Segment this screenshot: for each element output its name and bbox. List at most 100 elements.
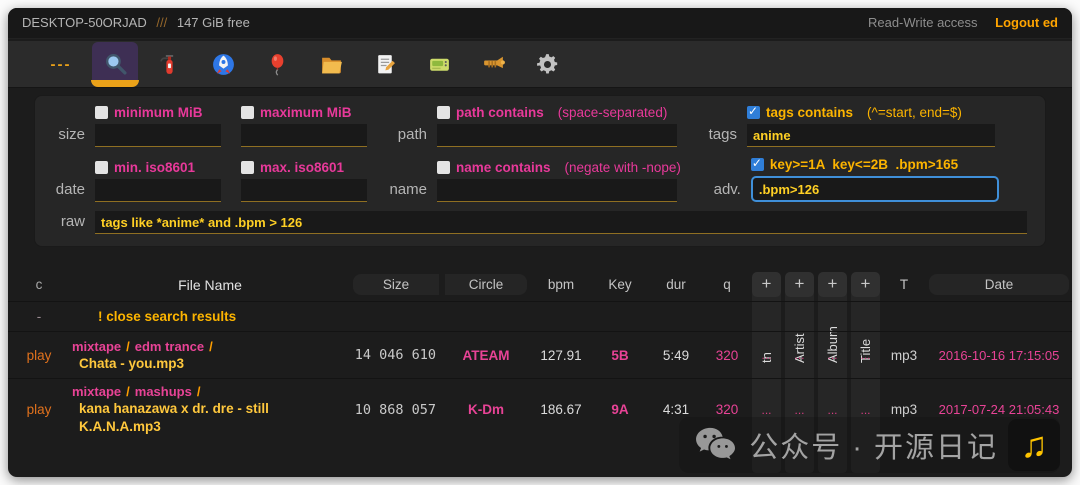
size-max-input[interactable] bbox=[241, 124, 367, 147]
adv-checkbox[interactable]: key>=1A key<=2B .bpm>165 bbox=[751, 156, 999, 173]
size-min-checkbox[interactable]: minimum MiB bbox=[95, 104, 221, 121]
tab-mkdir[interactable] bbox=[308, 45, 354, 83]
size-cell: 10 868 057 bbox=[350, 379, 442, 441]
tab-player[interactable] bbox=[470, 45, 516, 83]
col-header-size[interactable]: Size bbox=[350, 268, 442, 302]
tab-settings[interactable] bbox=[524, 45, 570, 83]
tab-message[interactable] bbox=[416, 45, 462, 83]
col-header-add-tn[interactable]: + bbox=[750, 268, 783, 302]
tags-contains-checkbox[interactable]: tags contains (^=start, end=$) bbox=[747, 104, 995, 121]
folder-icon bbox=[319, 52, 344, 77]
close-search-results-link[interactable]: ! close search results bbox=[70, 302, 1072, 332]
tn-cell: ... bbox=[750, 332, 783, 379]
pager-icon bbox=[427, 52, 452, 77]
size-max-checkbox[interactable]: maximum MiB bbox=[241, 104, 367, 121]
col-header-bpm[interactable]: bpm bbox=[530, 268, 592, 302]
close-results-row: - ! close search results bbox=[8, 302, 1072, 332]
col-header-filename[interactable]: File Name bbox=[70, 268, 350, 302]
toolbar: --- bbox=[8, 41, 1072, 88]
magnifier-icon bbox=[103, 51, 128, 76]
bpm-cell: 127.91 bbox=[530, 332, 592, 379]
tab-uploader[interactable] bbox=[254, 45, 300, 83]
checkbox-icon bbox=[95, 161, 108, 174]
checkbox-icon bbox=[437, 161, 450, 174]
checkbox-checked-icon bbox=[747, 106, 760, 119]
plus-icon: + bbox=[752, 272, 781, 297]
tags-input[interactable] bbox=[747, 124, 995, 147]
file-link[interactable]: Chata - you.mp3 bbox=[72, 355, 348, 373]
path-contains-checkbox[interactable]: path contains (space-separated) bbox=[437, 104, 677, 121]
filename-cell: mixtape/mashups/ kana hanazawa x dr. dre… bbox=[70, 379, 350, 441]
bpm-cell: 186.67 bbox=[530, 379, 592, 441]
gear-icon bbox=[535, 52, 560, 77]
top-bar: DESKTOP-50ORJAD /// 147 GiB free Read-Wr… bbox=[8, 8, 1072, 39]
checkbox-checked-icon bbox=[751, 158, 764, 171]
key-cell: 9A bbox=[592, 379, 648, 441]
col-header-type[interactable]: T bbox=[882, 268, 926, 302]
adv-input[interactable] bbox=[751, 176, 999, 202]
music-note-icon: ♫ bbox=[1021, 427, 1048, 463]
path-field-label: path bbox=[381, 126, 427, 147]
path-input[interactable] bbox=[437, 124, 677, 147]
wechat-icon bbox=[693, 426, 739, 464]
tab-minimize[interactable]: --- bbox=[38, 45, 84, 83]
date-max-checkbox[interactable]: max. iso8601 bbox=[241, 159, 367, 176]
date-min-checkbox[interactable]: min. iso8601 bbox=[95, 159, 221, 176]
date-cell: 2016-10-16 17:15:05 bbox=[926, 332, 1072, 379]
app-window: DESKTOP-50ORJAD /// 147 GiB free Read-Wr… bbox=[8, 8, 1072, 477]
path-segment-link[interactable]: mashups bbox=[135, 384, 192, 399]
date-max-input[interactable] bbox=[241, 179, 367, 202]
dur-cell: 5:49 bbox=[648, 332, 704, 379]
play-link[interactable]: play bbox=[8, 332, 70, 379]
date-min-input[interactable] bbox=[95, 179, 221, 202]
path-slash: / bbox=[126, 339, 130, 354]
q-cell: 320 bbox=[704, 332, 750, 379]
name-input[interactable] bbox=[437, 179, 677, 202]
play-link[interactable]: play bbox=[8, 379, 70, 441]
file-link[interactable]: kana hanazawa x dr. dre - still K.A.N.A.… bbox=[72, 400, 348, 436]
search-results: c File Name Size Circle bpm Key dur q + … bbox=[8, 268, 1072, 440]
circle-cell: K-Dm bbox=[442, 379, 530, 441]
access-level: Read-Write access bbox=[868, 15, 978, 30]
tags-field-label: tags bbox=[699, 126, 737, 147]
col-header-date[interactable]: Date bbox=[926, 268, 1072, 302]
checkbox-icon bbox=[241, 106, 254, 119]
size-min-input[interactable] bbox=[95, 124, 221, 147]
col-header-c[interactable]: c bbox=[8, 268, 70, 302]
path-slash: / bbox=[126, 384, 130, 399]
raw-query-input[interactable] bbox=[95, 211, 1027, 234]
col-header-add-artist[interactable]: + bbox=[783, 268, 816, 302]
tab-newdoc[interactable] bbox=[362, 45, 408, 83]
table-row: play mixtape / edm trance / Chata - you.mp3… bbox=[8, 332, 1072, 379]
path-segment-link[interactable]: mixtape bbox=[72, 339, 121, 354]
plus-icon: + bbox=[785, 272, 814, 297]
watermark-text: 公众号 · 开源日记 bbox=[749, 424, 998, 466]
path-slash: / bbox=[209, 339, 213, 354]
col-header-circle[interactable]: Circle bbox=[442, 268, 530, 302]
tab-unpost[interactable] bbox=[146, 45, 192, 83]
header-row: c File Name Size Circle bpm Key dur q + … bbox=[8, 268, 1072, 302]
title-cell: ... bbox=[849, 332, 882, 379]
fire-extinguisher-icon bbox=[157, 52, 182, 77]
logout-link[interactable]: Logout ed bbox=[995, 15, 1058, 30]
raw-field-label: raw bbox=[45, 213, 85, 234]
watermark: 公众号 · 开源日记 ♫ bbox=[679, 417, 1060, 473]
music-note-logo: ♫ bbox=[1008, 419, 1060, 471]
col-header-q[interactable]: q bbox=[704, 268, 750, 302]
col-header-key[interactable]: Key bbox=[592, 268, 648, 302]
col-header-add-title[interactable]: + bbox=[849, 268, 882, 302]
free-space: 147 GiB free bbox=[177, 15, 250, 30]
path-segment-link[interactable]: edm trance bbox=[135, 339, 204, 354]
col-header-add-album[interactable]: + bbox=[816, 268, 849, 302]
col-header-dur[interactable]: dur bbox=[648, 268, 704, 302]
plus-icon: + bbox=[818, 272, 847, 297]
name-contains-checkbox[interactable]: name contains (negate with -nope) bbox=[437, 159, 681, 176]
tab-search[interactable] bbox=[92, 42, 138, 84]
tab-up2k[interactable] bbox=[200, 45, 246, 83]
path-segment-link[interactable]: mixtape bbox=[72, 384, 121, 399]
name-field-label: name bbox=[381, 181, 427, 202]
path-separator: /// bbox=[156, 15, 167, 30]
memo-icon bbox=[373, 52, 398, 77]
checkbox-icon bbox=[95, 106, 108, 119]
adv-field-label: adv. bbox=[703, 181, 741, 202]
